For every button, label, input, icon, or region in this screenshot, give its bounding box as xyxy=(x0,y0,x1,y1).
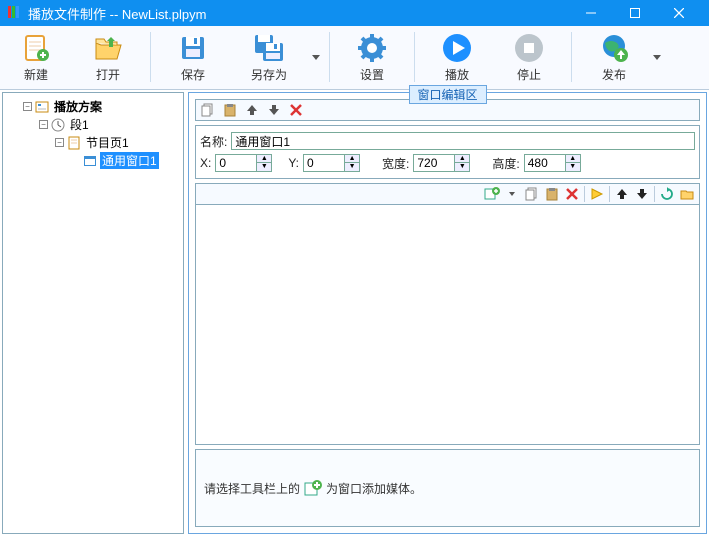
tree-window-label: 通用窗口1 xyxy=(100,152,159,169)
tree-segment-label: 段1 xyxy=(68,116,91,133)
page-icon xyxy=(67,136,81,150)
stop-label: 停止 xyxy=(517,66,541,83)
maximize-button[interactable] xyxy=(613,0,657,26)
x-input[interactable] xyxy=(215,154,257,172)
new-icon xyxy=(20,32,52,64)
name-input[interactable] xyxy=(231,132,695,150)
media-toolbar xyxy=(195,183,700,205)
move-up-icon[interactable] xyxy=(244,102,260,118)
tree-window[interactable]: 通用窗口1 xyxy=(71,152,179,169)
document-name: NewList.plpym xyxy=(122,7,207,22)
collapse-toggle[interactable]: − xyxy=(23,102,32,111)
width-spinner[interactable]: ▲▼ xyxy=(455,154,470,172)
play-label: 播放 xyxy=(445,66,469,83)
tree-root-label: 播放方案 xyxy=(52,98,104,115)
open-icon xyxy=(92,32,124,64)
close-button[interactable] xyxy=(657,0,701,26)
open-label: 打开 xyxy=(96,66,120,83)
clock-icon xyxy=(51,118,65,132)
delete-icon[interactable] xyxy=(288,102,304,118)
save-icon xyxy=(177,32,209,64)
width-input[interactable] xyxy=(413,154,455,172)
collapse-toggle[interactable]: − xyxy=(39,120,48,129)
play-button[interactable]: 播放 xyxy=(425,30,489,85)
height-input[interactable] xyxy=(524,154,566,172)
publish-label: 发布 xyxy=(602,66,626,83)
hint-text-before: 请选择工具栏上的 xyxy=(204,480,300,497)
stop-icon xyxy=(513,32,545,64)
refresh-icon[interactable] xyxy=(659,186,675,202)
preview-icon[interactable] xyxy=(589,186,605,202)
new-label: 新建 xyxy=(24,66,48,83)
separator xyxy=(654,186,655,202)
move-down-icon[interactable] xyxy=(634,186,650,202)
scheme-icon xyxy=(35,100,49,114)
open-button[interactable]: 打开 xyxy=(76,30,140,85)
tree-root[interactable]: − 播放方案 xyxy=(23,98,179,115)
save-label: 保存 xyxy=(181,66,205,83)
height-spinner[interactable]: ▲▼ xyxy=(566,154,581,172)
play-icon xyxy=(441,32,473,64)
add-media-icon[interactable] xyxy=(484,186,500,202)
y-spinner[interactable]: ▲▼ xyxy=(345,154,360,172)
group-title: 窗口编辑区 xyxy=(408,85,486,104)
collapse-toggle[interactable]: − xyxy=(55,138,64,147)
paste-icon[interactable] xyxy=(544,186,560,202)
save-as-dropdown[interactable] xyxy=(309,30,323,84)
publish-dropdown[interactable] xyxy=(650,30,664,84)
title-bar: 播放文件制作 -- NewList.plpym xyxy=(0,0,709,26)
hint-box: 请选择工具栏上的 为窗口添加媒体。 xyxy=(195,449,700,527)
width-label: 宽度: xyxy=(382,155,409,172)
copy-icon[interactable] xyxy=(200,102,216,118)
tree-page[interactable]: − 节目页1 xyxy=(55,134,179,151)
toolbar-separator xyxy=(150,32,151,82)
media-list-area[interactable] xyxy=(195,205,700,445)
settings-label: 设置 xyxy=(360,66,384,83)
y-label: Y: xyxy=(288,156,299,170)
app-icon xyxy=(8,6,22,20)
app-name: 播放文件制作 xyxy=(28,7,106,22)
hint-text-after: 为窗口添加媒体。 xyxy=(326,480,422,497)
name-label: 名称: xyxy=(200,133,227,150)
save-as-button[interactable]: 另存为 xyxy=(233,30,305,85)
tree-page-label: 节目页1 xyxy=(84,134,131,151)
window-title: 播放文件制作 -- NewList.plpym xyxy=(28,4,569,23)
settings-icon xyxy=(356,32,388,64)
copy-icon[interactable] xyxy=(524,186,540,202)
paste-icon[interactable] xyxy=(222,102,238,118)
tree-pane: − 播放方案 − 段1 − xyxy=(2,92,184,534)
folder-icon[interactable] xyxy=(679,186,695,202)
window-icon xyxy=(83,154,97,168)
save-button[interactable]: 保存 xyxy=(161,30,225,85)
tree-segment[interactable]: − 段1 xyxy=(39,116,179,133)
x-spinner[interactable]: ▲▼ xyxy=(257,154,272,172)
add-media-dropdown-icon[interactable] xyxy=(504,186,520,202)
minimize-button[interactable] xyxy=(569,0,613,26)
stop-button[interactable]: 停止 xyxy=(497,30,561,85)
y-input[interactable] xyxy=(303,154,345,172)
move-down-icon[interactable] xyxy=(266,102,282,118)
window-properties-form: 名称: X: ▲▼ Y: ▲▼ 宽度: xyxy=(195,125,700,179)
publish-button[interactable]: 发布 xyxy=(582,30,646,85)
height-label: 高度: xyxy=(492,155,519,172)
publish-icon xyxy=(598,32,630,64)
window-edit-group: 窗口编辑区 名称: X: ▲▼ xyxy=(188,92,707,534)
save-as-label: 另存为 xyxy=(251,66,287,83)
toolbar-separator xyxy=(414,32,415,82)
add-media-hint-icon xyxy=(304,479,322,497)
separator xyxy=(584,186,585,202)
separator xyxy=(609,186,610,202)
move-up-icon[interactable] xyxy=(614,186,630,202)
settings-button[interactable]: 设置 xyxy=(340,30,404,85)
toolbar-separator xyxy=(329,32,330,82)
save-as-icon xyxy=(253,32,285,64)
x-label: X: xyxy=(200,156,211,170)
delete-icon[interactable] xyxy=(564,186,580,202)
new-button[interactable]: 新建 xyxy=(4,30,68,85)
main-toolbar: 新建 打开 保存 另存为 设置 播放 xyxy=(0,26,709,90)
toolbar-separator xyxy=(571,32,572,82)
